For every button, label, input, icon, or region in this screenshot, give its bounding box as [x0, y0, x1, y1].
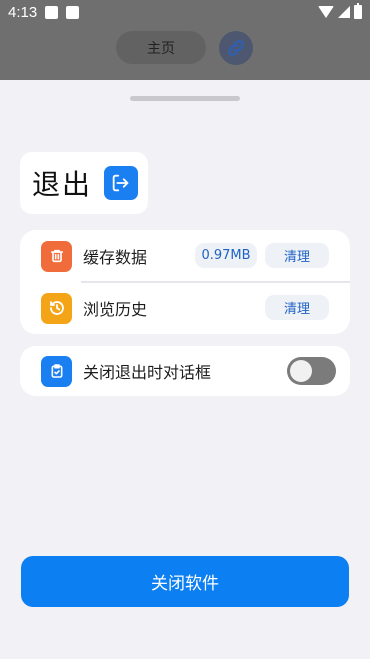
- dimmed-header: 4:13 主页: [0, 0, 370, 80]
- cache-row: 缓存数据 0.97MB 清理: [20, 230, 350, 282]
- exit-dialog-toggle[interactable]: [287, 357, 336, 385]
- home-button[interactable]: 主页: [116, 31, 206, 64]
- link-button[interactable]: [219, 31, 253, 65]
- history-row: 浏览历史 清理: [20, 282, 350, 334]
- clean-cache-button[interactable]: 清理: [265, 243, 329, 268]
- close-app-button[interactable]: 关闭软件: [21, 556, 349, 607]
- clean-history-button[interactable]: 清理: [265, 295, 329, 320]
- status-bar: 4:13: [0, 0, 370, 24]
- home-label: 主页: [147, 40, 175, 57]
- dialog-card: 关闭退出时对话框: [20, 346, 350, 396]
- history-label: 浏览历史: [83, 300, 148, 319]
- cache-label: 缓存数据: [83, 248, 148, 267]
- cache-size-badge: 0.97MB: [195, 243, 257, 268]
- close-app-label: 关闭软件: [151, 574, 219, 594]
- dialog-row: 关闭退出时对话框: [20, 346, 350, 396]
- cache-card: 缓存数据 0.97MB 清理 浏览历史 清理: [20, 230, 350, 334]
- trash-icon: [41, 240, 72, 272]
- link-icon: [228, 40, 244, 56]
- notification-icon: [66, 5, 80, 19]
- title-card: 退出: [20, 152, 148, 214]
- battery-icon: [354, 3, 362, 19]
- page-title: 退出: [32, 168, 93, 201]
- signal-icon: [338, 6, 350, 18]
- clipboard-check-icon: [41, 355, 72, 387]
- history-clock-icon: [41, 292, 72, 324]
- wifi-icon: [318, 6, 334, 18]
- notification-icon: [45, 5, 59, 19]
- status-time: 4:13: [8, 3, 38, 21]
- bottom-sheet: 退出 缓存数据 0.97MB 清理 浏览历史 清理 关闭退出时对话框 关闭软件: [0, 80, 370, 659]
- toggle-knob: [290, 360, 312, 382]
- drag-handle[interactable]: [130, 96, 240, 101]
- dialog-label: 关闭退出时对话框: [83, 363, 212, 382]
- exit-icon: [104, 166, 139, 200]
- status-icons: [318, 3, 362, 19]
